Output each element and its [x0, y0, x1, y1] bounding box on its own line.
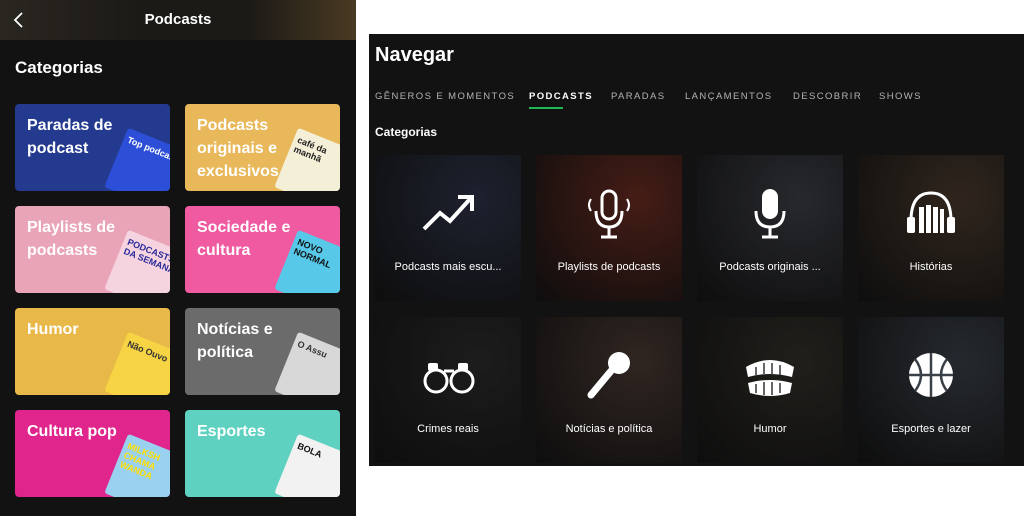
category-tile-label: Crimes reais: [417, 423, 479, 435]
mobile-podcasts-screen: Podcasts Categorias Paradas de podcast To…: [0, 0, 356, 516]
cover-art-text: PODCASTS DA SEMANA: [122, 236, 170, 276]
category-card[interactable]: Cultura pop MILKSH CHAMA WANDA: [15, 410, 170, 497]
category-card[interactable]: Podcasts originais e exclusivos café da m…: [185, 104, 340, 191]
category-cover-art: Não Ouvo: [104, 331, 170, 395]
page-title: Navegar: [375, 44, 454, 66]
cover-art-text: BOLA: [295, 440, 324, 460]
page-title: Podcasts: [144, 11, 212, 28]
cover-art-text: Não Ouvo: [125, 338, 170, 364]
cover-art-text: Top podcasts: [125, 134, 170, 166]
category-card[interactable]: Playlists de podcasts PODCASTS DA SEMANA: [15, 206, 170, 293]
section-heading: Categorias: [15, 58, 103, 77]
category-tile-label: Humor: [753, 423, 787, 435]
category-tile[interactable]: Humor: [697, 317, 843, 463]
tab-0[interactable]: GÊNEROS E MOMENTOS: [375, 91, 515, 102]
category-cover-art: MILKSH CHAMA WANDA: [104, 433, 170, 497]
category-card[interactable]: Sociedade e cultura NOVO NORMAL: [185, 206, 340, 293]
desktop-browse-screen: Navegar GÊNEROS E MOMENTOS PODCASTS PARADA…: [369, 34, 1024, 466]
mobile-header: Podcasts: [0, 0, 356, 40]
category-tile[interactable]: Podcasts originais ...: [697, 155, 843, 301]
active-tab-indicator: [529, 107, 563, 109]
teeth-icon: [746, 360, 794, 396]
category-card[interactable]: Paradas de podcast Top podcasts: [15, 104, 170, 191]
category-tile[interactable]: Histórias: [858, 155, 1004, 301]
tab-3[interactable]: LANÇAMENTOS: [685, 91, 773, 102]
tab-2[interactable]: PARADAS: [611, 91, 666, 102]
studio-microphone-icon: [754, 189, 786, 239]
category-tile[interactable]: Podcasts mais escu...: [375, 155, 521, 301]
category-tile-label: Esportes e lazer: [891, 423, 971, 435]
cover-art-text: café da manhã: [292, 134, 329, 165]
category-tile[interactable]: Esportes e lazer: [858, 317, 1004, 463]
handheld-microphone-icon: [587, 352, 630, 399]
category-card[interactable]: Esportes BOLA: [185, 410, 340, 497]
category-tile[interactable]: Notícias e política: [536, 317, 682, 463]
trending-up-icon: [422, 195, 474, 231]
category-tile[interactable]: Playlists de podcasts: [536, 155, 682, 301]
basketball-icon: [909, 353, 953, 397]
category-tile[interactable]: Crimes reais: [375, 317, 521, 463]
category-tile-label: Playlists de podcasts: [557, 261, 661, 273]
headphones-books-icon: [907, 191, 955, 233]
category-card[interactable]: Humor Não Ouvo: [15, 308, 170, 395]
tab-1[interactable]: PODCASTS: [529, 91, 593, 102]
cover-art-text: MILKSH CHAMA WANDA: [118, 440, 162, 482]
microphone-icon: [588, 189, 630, 239]
handcuffs-icon: [423, 363, 475, 394]
tab-5[interactable]: SHOWS: [879, 91, 922, 102]
cover-art-text: NOVO NORMAL: [292, 236, 333, 271]
category-tile-label: Podcasts mais escu...: [394, 261, 502, 273]
category-card[interactable]: Notícias e política O Assu: [185, 308, 340, 395]
category-tile-label: Histórias: [909, 261, 953, 273]
category-cover-art: BOLA: [274, 433, 340, 497]
category-tile-label: Notícias e política: [565, 423, 653, 435]
tab-4[interactable]: DESCOBRIR: [793, 91, 862, 102]
category-tile-label: Podcasts originais ...: [719, 261, 821, 273]
section-heading: Categorias: [375, 125, 438, 139]
cover-art-text: O Assu: [295, 338, 329, 360]
